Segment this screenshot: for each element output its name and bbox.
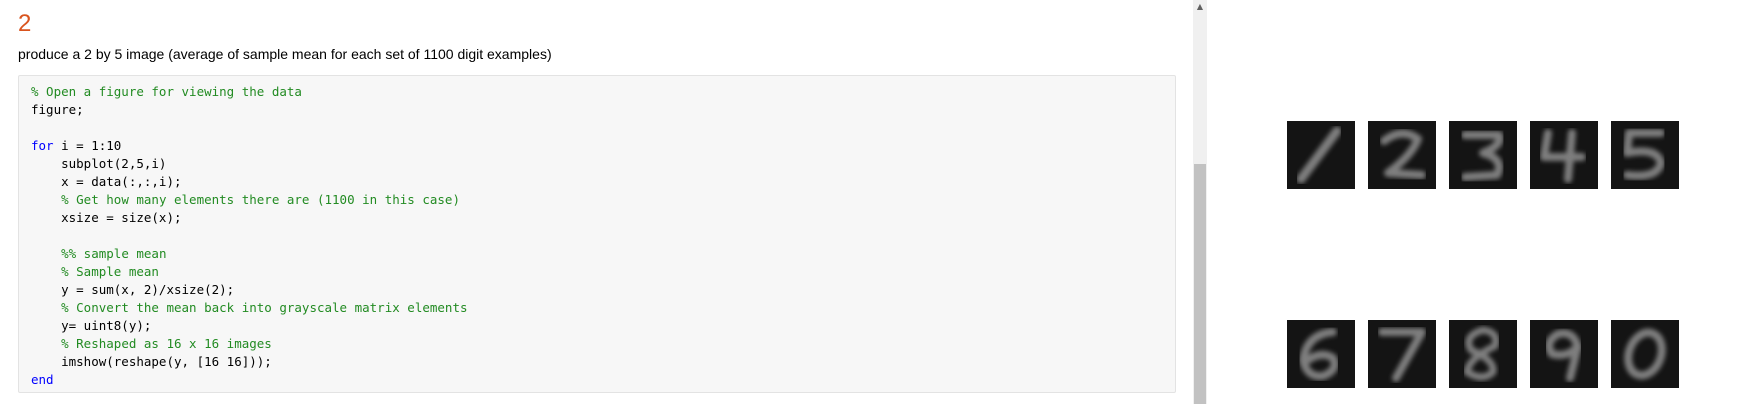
code-token-default: y= uint8(y); — [31, 318, 152, 333]
scrollbar-thumb[interactable] — [1194, 164, 1206, 404]
code-token-default: i = 1:10 — [53, 138, 122, 153]
code-token-comment: % Convert the mean back into grayscale m… — [61, 300, 468, 315]
code-block[interactable]: % Open a figure for viewing the data figu… — [18, 75, 1176, 393]
code-token-comment: % Sample mean — [61, 264, 159, 279]
code-token-default: figure; — [31, 102, 84, 117]
code-token-default — [31, 300, 61, 315]
code-line: % Get how many elements there are (1100 … — [31, 191, 1163, 209]
section-description: produce a 2 by 5 image (average of sampl… — [18, 46, 552, 62]
code-line: % Sample mean — [31, 263, 1163, 281]
digit-mean-image-6 — [1287, 320, 1355, 388]
code-line: for i = 1:10 — [31, 137, 1163, 155]
code-token-default: y = sum(x, 2)/xsize(2); — [31, 282, 235, 297]
digit-mean-image-4 — [1530, 121, 1598, 189]
code-token-default — [31, 336, 61, 351]
code-token-comment: %% sample mean — [61, 246, 167, 261]
code-line: figure; — [31, 101, 1163, 119]
code-token-comment: % Open a figure for viewing the data — [31, 84, 302, 99]
code-token-comment: % Get how many elements there are (1100 … — [61, 192, 460, 207]
code-token-default: x = data(:,:,i); — [31, 174, 182, 189]
figure-output-pane — [1207, 0, 1759, 404]
digit-mean-image-9 — [1530, 320, 1598, 388]
code-token-default — [31, 192, 61, 207]
section-number: 2 — [18, 10, 32, 37]
code-line: % Reshaped as 16 x 16 images — [31, 335, 1163, 353]
code-line: y = sum(x, 2)/xsize(2); — [31, 281, 1163, 299]
digit-mean-image-0 — [1611, 320, 1679, 388]
code-line: end — [31, 371, 1163, 389]
code-token-default: xsize = size(x); — [31, 210, 182, 225]
code-line: imshow(reshape(y, [16 16])); — [31, 353, 1163, 371]
digit-mean-image-3 — [1449, 121, 1517, 189]
digit-mean-image-7 — [1368, 320, 1436, 388]
vertical-scrollbar[interactable]: ▲ — [1193, 0, 1207, 404]
code-token-default: imshow(reshape(y, [16 16])); — [31, 354, 272, 369]
code-line: x = data(:,:,i); — [31, 173, 1163, 191]
code-line: % Convert the mean back into grayscale m… — [31, 299, 1163, 317]
code-token-default — [31, 264, 61, 279]
digit-mean-image-8 — [1449, 320, 1517, 388]
code-line: % Open a figure for viewing the data — [31, 83, 1163, 101]
digit-mean-image-1 — [1287, 121, 1355, 189]
code-token-keyword: end — [31, 372, 54, 387]
code-line: %% sample mean — [31, 245, 1163, 263]
live-script-pane: 2 produce a 2 by 5 image (average of sam… — [0, 0, 1193, 404]
code-line: subplot(2,5,i) — [31, 155, 1163, 173]
code-token-default: subplot(2,5,i) — [31, 156, 167, 171]
scroll-up-arrow-icon[interactable]: ▲ — [1193, 0, 1207, 14]
digit-mean-image-2 — [1368, 121, 1436, 189]
code-line: xsize = size(x); — [31, 209, 1163, 227]
code-line: y= uint8(y); — [31, 317, 1163, 335]
code-token-comment: % Reshaped as 16 x 16 images — [61, 336, 272, 351]
code-token-keyword: for — [31, 138, 54, 153]
digit-mean-image-5 — [1611, 121, 1679, 189]
code-token-default — [31, 246, 61, 261]
